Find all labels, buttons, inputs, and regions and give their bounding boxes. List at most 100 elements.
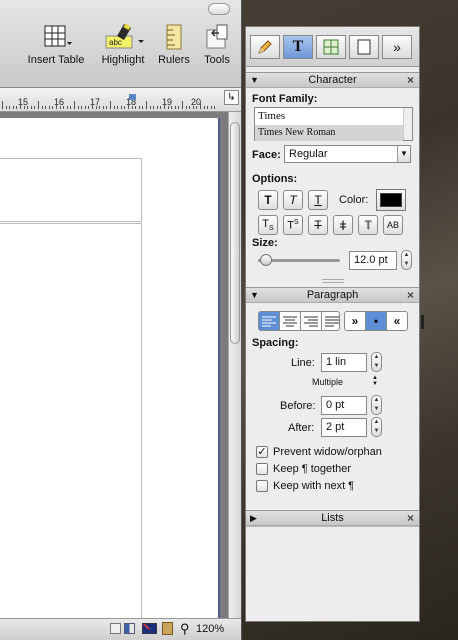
face-select[interactable]: Regular ▼ [284,145,411,163]
sidebar-icon[interactable] [124,623,135,634]
superscript-button[interactable]: TS [283,215,303,235]
font-list-item[interactable]: Times [255,108,403,125]
keep-with-next-checkbox[interactable] [256,480,268,492]
insert-table-label: Insert Table [27,54,85,66]
bold-icon: T [264,193,272,207]
indent-right-button[interactable]: » [345,312,366,330]
ruler-tick [200,103,201,109]
color-label: Color: [339,194,369,206]
font-list-scrollbar[interactable] [403,108,412,140]
ruler-tick [30,106,32,109]
bold-button[interactable]: T [258,190,278,210]
size-stepper[interactable]: ▲ ▼ [401,250,412,270]
ruler-tick [38,101,39,109]
align-right-button[interactable] [301,312,322,330]
line-spacing-field[interactable]: 1 lin [321,353,367,372]
prevent-widow-checkbox[interactable]: ✓ [256,446,268,458]
scrollbar-thumb[interactable] [230,122,240,344]
keep-together-label[interactable]: Keep ¶ together [273,463,351,475]
lists-section-header[interactable]: ▶ Lists × [246,510,419,526]
font-family-list[interactable]: Times Times New Roman [254,107,413,141]
before-spacing-stepper[interactable]: ▲ ▼ [371,395,382,415]
tab-more[interactable]: » [382,35,412,59]
ruler-tick [192,106,194,109]
tab-table[interactable] [316,35,346,59]
shadow-button[interactable]: T [358,215,378,235]
tools-label: Tools [204,54,230,66]
indent-segmented-control[interactable]: » • « [344,311,408,331]
after-spacing-stepper[interactable]: ▲ ▼ [371,417,382,437]
close-icon[interactable]: × [407,73,414,87]
before-spacing-value: 0 pt [326,399,345,411]
tools-button[interactable]: Tools [198,24,236,66]
tab-text[interactable]: T [283,35,313,59]
lists-title: Lists [321,512,344,524]
italic-button[interactable]: T [283,190,303,210]
ruler-tick [106,106,108,109]
keep-with-next-label[interactable]: Keep with next ¶ [273,480,354,492]
disclosure-triangle-icon[interactable]: ▼ [250,288,259,302]
highlight-button[interactable]: abc Highlight [96,24,150,66]
line-mode-value[interactable]: Multiple [312,377,343,387]
size-slider-knob[interactable] [260,254,272,266]
underline-button[interactable]: T [308,190,328,210]
document-page[interactable] [0,118,220,618]
ruler-tick [84,106,86,109]
ruler-tick [81,106,83,109]
ruler-tick [59,106,61,109]
double-strikethrough-icon: ǂ [339,217,347,233]
insert-table-button[interactable]: Insert Table [24,24,88,66]
ruler-tick [95,106,97,109]
view-mode-icon[interactable] [110,623,121,634]
align-center-button[interactable] [280,312,301,330]
keep-together-checkbox[interactable] [256,463,268,475]
close-icon[interactable]: × [407,288,414,302]
ruler-tick [189,106,191,109]
disclosure-triangle-right-icon[interactable]: ▶ [250,511,257,525]
tab-pencil[interactable] [250,35,280,59]
ruler-tick [16,106,18,109]
ruler-tick [41,106,43,109]
justify-button[interactable] [322,312,342,330]
font-list-item-selected[interactable]: Times New Roman [255,125,403,141]
alignment-segmented-control[interactable] [258,311,340,331]
after-spacing-field[interactable]: 2 pt [321,418,367,437]
table-cell[interactable] [0,158,142,222]
indent-left-button[interactable]: « [387,312,407,330]
horizontal-ruler[interactable]: 15 16 17 18 19 20 ↳ [0,88,241,112]
double-strikethrough-button[interactable]: ǂ [333,215,353,235]
size-field[interactable]: 12.0 pt [349,251,397,270]
align-left-button[interactable] [259,312,280,330]
zoom-level[interactable]: 120% [196,623,224,635]
tab-page[interactable] [349,35,379,59]
zoom-icon[interactable]: ⚲ [180,621,190,637]
line-mode-chevron-icon[interactable]: ▲ ▼ [372,375,378,387]
prevent-widow-label[interactable]: Prevent widow/orphan [273,446,382,458]
character-section-header[interactable]: ▼ Character × [246,72,419,88]
language-flag-icon[interactable] [142,623,157,634]
before-spacing-field[interactable]: 0 pt [321,396,367,415]
paragraph-section-header[interactable]: ▼ Paragraph × [246,287,419,303]
spacing-label: Spacing: [252,337,299,349]
ruler-tick [110,101,111,109]
tab-stop-marker[interactable] [129,94,136,100]
disclosure-triangle-icon[interactable]: ▼ [250,73,259,87]
close-icon[interactable]: × [407,511,414,525]
small-caps-button[interactable]: AB [383,215,403,235]
underline-icon: T [314,193,322,207]
indent-none-button[interactable]: • [366,312,387,330]
color-well[interactable] [376,189,406,211]
inspector-resize-handle[interactable] [421,315,424,329]
ruler-tick [210,106,212,109]
rulers-button[interactable]: Rulers [154,24,194,66]
ruler-tick [178,106,180,109]
line-spacing-stepper[interactable]: ▲ ▼ [371,352,382,372]
ruler-corner-button[interactable]: ↳ [224,90,239,105]
strikethrough-button[interactable]: T [308,215,328,235]
subscript-button[interactable]: TS [258,215,278,235]
window-zoom-button[interactable] [208,3,230,15]
clipboard-icon[interactable] [162,622,173,635]
ruler-tick [207,106,209,109]
table-cell[interactable] [0,223,142,618]
resize-grip[interactable] [322,279,344,283]
